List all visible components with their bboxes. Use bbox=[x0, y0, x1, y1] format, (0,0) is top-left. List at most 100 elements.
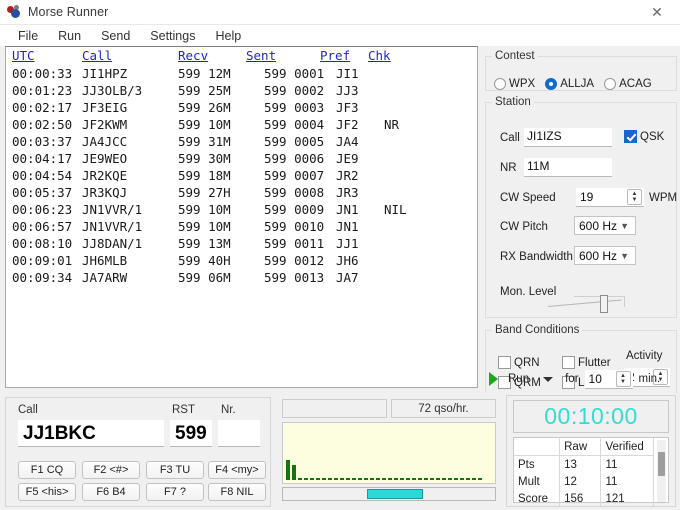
table-row[interactable]: 00:09:34 JA7ARW 599 06M 599 0013 JA7 bbox=[6, 270, 477, 287]
rate-bar bbox=[388, 478, 392, 480]
table-row[interactable]: 00:02:50 JF2KWM 599 10M 599 0004 JF2 NR bbox=[6, 117, 477, 134]
rate-bar bbox=[292, 465, 296, 480]
fkey-f7-query[interactable]: F7 ? bbox=[146, 483, 204, 501]
table-row[interactable]: 00:06:23 JN1VVR/1 599 10M 599 0009 JN1 NIL bbox=[6, 202, 477, 219]
table-row[interactable]: 00:06:57 JN1VVR/1 599 10M 599 0010 JN1 bbox=[6, 219, 477, 236]
log-cell-sent: 599 0012 bbox=[264, 253, 325, 268]
radio-acag-dot bbox=[604, 78, 617, 90]
log-cell-pref: JN1 bbox=[336, 219, 359, 234]
table-row: Mult 12 11 bbox=[514, 473, 654, 490]
mon-level-slider-thumb[interactable] bbox=[600, 295, 608, 313]
cw-pitch-label: CW Pitch bbox=[500, 221, 548, 233]
menu-item-help[interactable]: Help bbox=[205, 27, 251, 45]
band-position-bar[interactable] bbox=[282, 487, 496, 501]
band-position-marker[interactable] bbox=[367, 489, 423, 499]
log-cell-utc: 00:02:17 bbox=[12, 100, 73, 115]
rate-bar bbox=[478, 478, 482, 480]
play-triangle-icon[interactable] bbox=[489, 372, 498, 386]
table-row[interactable]: 00:05:37 JR3KQJ 599 27H 599 0008 JR3 bbox=[6, 185, 477, 202]
log-cell-utc: 00:00:33 bbox=[12, 66, 73, 81]
score-row-score-raw: 156 bbox=[559, 490, 602, 507]
fkey-f3-tu[interactable]: F3 TU bbox=[146, 461, 204, 479]
cw-speed-stepper[interactable]: 19 ▲ ▼ bbox=[576, 188, 644, 207]
rate-bar bbox=[328, 478, 332, 480]
log-rows: 00:00:33 JI1HPZ 599 12M 599 0001 JI1 00:01:23… bbox=[6, 66, 477, 287]
station-group-legend: Station bbox=[495, 96, 531, 108]
table-row[interactable]: 00:04:17 JE9WEO 599 30M 599 0006 JE9 bbox=[6, 151, 477, 168]
log-column-headers: UTC Call Recv Sent Pref Chk bbox=[6, 47, 477, 65]
rate-bar bbox=[346, 478, 350, 480]
log-header-chk: Chk bbox=[368, 48, 391, 63]
run-minutes-stepper[interactable]: 10 ▲ ▼ bbox=[584, 369, 633, 389]
entry-nr-input[interactable] bbox=[218, 420, 260, 447]
table-row[interactable]: 00:01:23 JJ3OLB/3 599 25M 599 0002 JJ3 bbox=[6, 83, 477, 100]
wpm-label: WPM bbox=[649, 192, 678, 204]
run-minutes-spin-buttons[interactable]: ▲ ▼ bbox=[615, 370, 631, 387]
call-input[interactable]: JI1IZS bbox=[524, 128, 612, 147]
qso-log-panel[interactable]: UTC Call Recv Sent Pref Chk 00:00:33 JI1H… bbox=[5, 46, 478, 388]
fkey-f2-num[interactable]: F2 <#> bbox=[82, 461, 140, 479]
log-cell-pref: JI1 bbox=[336, 66, 359, 81]
rate-bar bbox=[310, 478, 314, 480]
log-cell-call: JJ3OLB/3 bbox=[82, 83, 143, 98]
menu-item-run[interactable]: Run bbox=[48, 27, 91, 45]
close-icon[interactable]: ✕ bbox=[634, 0, 680, 24]
cw-pitch-select[interactable]: 600 Hz ▼ bbox=[574, 216, 636, 235]
log-cell-pref: JN1 bbox=[336, 202, 359, 217]
fkey-f8-nil[interactable]: F8 NIL bbox=[208, 483, 266, 501]
radio-allja-label: ALLJA bbox=[560, 78, 595, 90]
log-cell-call: JR2KQE bbox=[82, 168, 128, 183]
fkey-f4-my[interactable]: F4 <my> bbox=[208, 461, 266, 479]
table-row[interactable]: 00:09:01 JH6MLB 599 40H 599 0012 JH6 bbox=[6, 253, 477, 270]
log-cell-pref: JH6 bbox=[336, 253, 359, 268]
chevron-down-icon[interactable] bbox=[543, 376, 554, 382]
nr-input[interactable]: 11M bbox=[524, 158, 612, 177]
fkey-f5-his[interactable]: F5 <his> bbox=[18, 483, 76, 501]
rate-bar bbox=[394, 478, 398, 480]
rate-bar bbox=[406, 478, 410, 480]
rx-bandwidth-select[interactable]: 600 Hz ▼ bbox=[574, 246, 636, 265]
menu-item-send[interactable]: Send bbox=[91, 27, 140, 45]
log-cell-sent: 599 0003 bbox=[264, 100, 325, 115]
log-cell-utc: 00:09:34 bbox=[12, 270, 73, 285]
log-cell-recv: 599 25M bbox=[178, 83, 231, 98]
table-row[interactable]: 00:03:37 JA4JCC 599 31M 599 0005 JA4 bbox=[6, 134, 477, 151]
menu-item-file[interactable]: File bbox=[8, 27, 48, 45]
log-cell-recv: 599 06M bbox=[178, 270, 231, 285]
radio-wpx[interactable]: WPX bbox=[494, 78, 535, 90]
settings-column: Contest WPX ALLJA ACAG Station Call JI1I… bbox=[485, 46, 678, 409]
log-cell-utc: 00:06:23 bbox=[12, 202, 73, 217]
log-cell-utc: 00:08:10 bbox=[12, 236, 73, 251]
rate-bar bbox=[364, 478, 368, 480]
log-cell-sent: 599 0004 bbox=[264, 117, 325, 132]
run-button-label[interactable]: Run bbox=[508, 373, 529, 385]
table-row[interactable]: 00:00:33 JI1HPZ 599 12M 599 0001 JI1 bbox=[6, 66, 477, 83]
log-cell-recv: 599 10M bbox=[178, 117, 231, 132]
table-row[interactable]: 00:02:17 JF3EIG 599 26M 599 0003 JF3 bbox=[6, 100, 477, 117]
rate-bar bbox=[412, 478, 416, 480]
rate-bar bbox=[442, 478, 446, 480]
menu-item-settings[interactable]: Settings bbox=[140, 27, 205, 45]
log-cell-pref: JE9 bbox=[336, 151, 359, 166]
log-cell-chk: NIL bbox=[384, 202, 407, 217]
window-title: Morse Runner bbox=[28, 5, 109, 19]
mon-level-slider[interactable] bbox=[547, 294, 630, 314]
cw-speed-spin-buttons[interactable]: ▲ ▼ bbox=[627, 189, 642, 205]
score-scrollbar[interactable] bbox=[657, 440, 666, 502]
rate-bar bbox=[370, 478, 374, 480]
rate-bar bbox=[352, 478, 356, 480]
table-row[interactable]: 00:08:10 JJ8DAN/1 599 13M 599 0011 JJ1 bbox=[6, 236, 477, 253]
score-scrollbar-thumb[interactable] bbox=[658, 452, 665, 476]
rate-bar bbox=[286, 459, 290, 480]
table-row[interactable]: 00:04:54 JR2KQE 599 18M 599 0007 JR2 bbox=[6, 168, 477, 185]
entry-call-input[interactable]: JJ1BKC bbox=[18, 420, 164, 447]
radio-allja[interactable]: ALLJA bbox=[545, 78, 594, 90]
entry-rst-input[interactable]: 599 bbox=[170, 420, 212, 447]
radio-acag[interactable]: ACAG bbox=[604, 78, 652, 90]
contest-group: Contest WPX ALLJA ACAG bbox=[485, 50, 677, 91]
fkey-f6-b4[interactable]: F6 B4 bbox=[82, 483, 140, 501]
fkey-f1-cq[interactable]: F1 CQ bbox=[18, 461, 76, 479]
qsk-checkbox[interactable]: QSK bbox=[624, 130, 664, 143]
score-row-mult-verified: 11 bbox=[600, 473, 654, 490]
log-cell-sent: 599 0010 bbox=[264, 219, 325, 234]
